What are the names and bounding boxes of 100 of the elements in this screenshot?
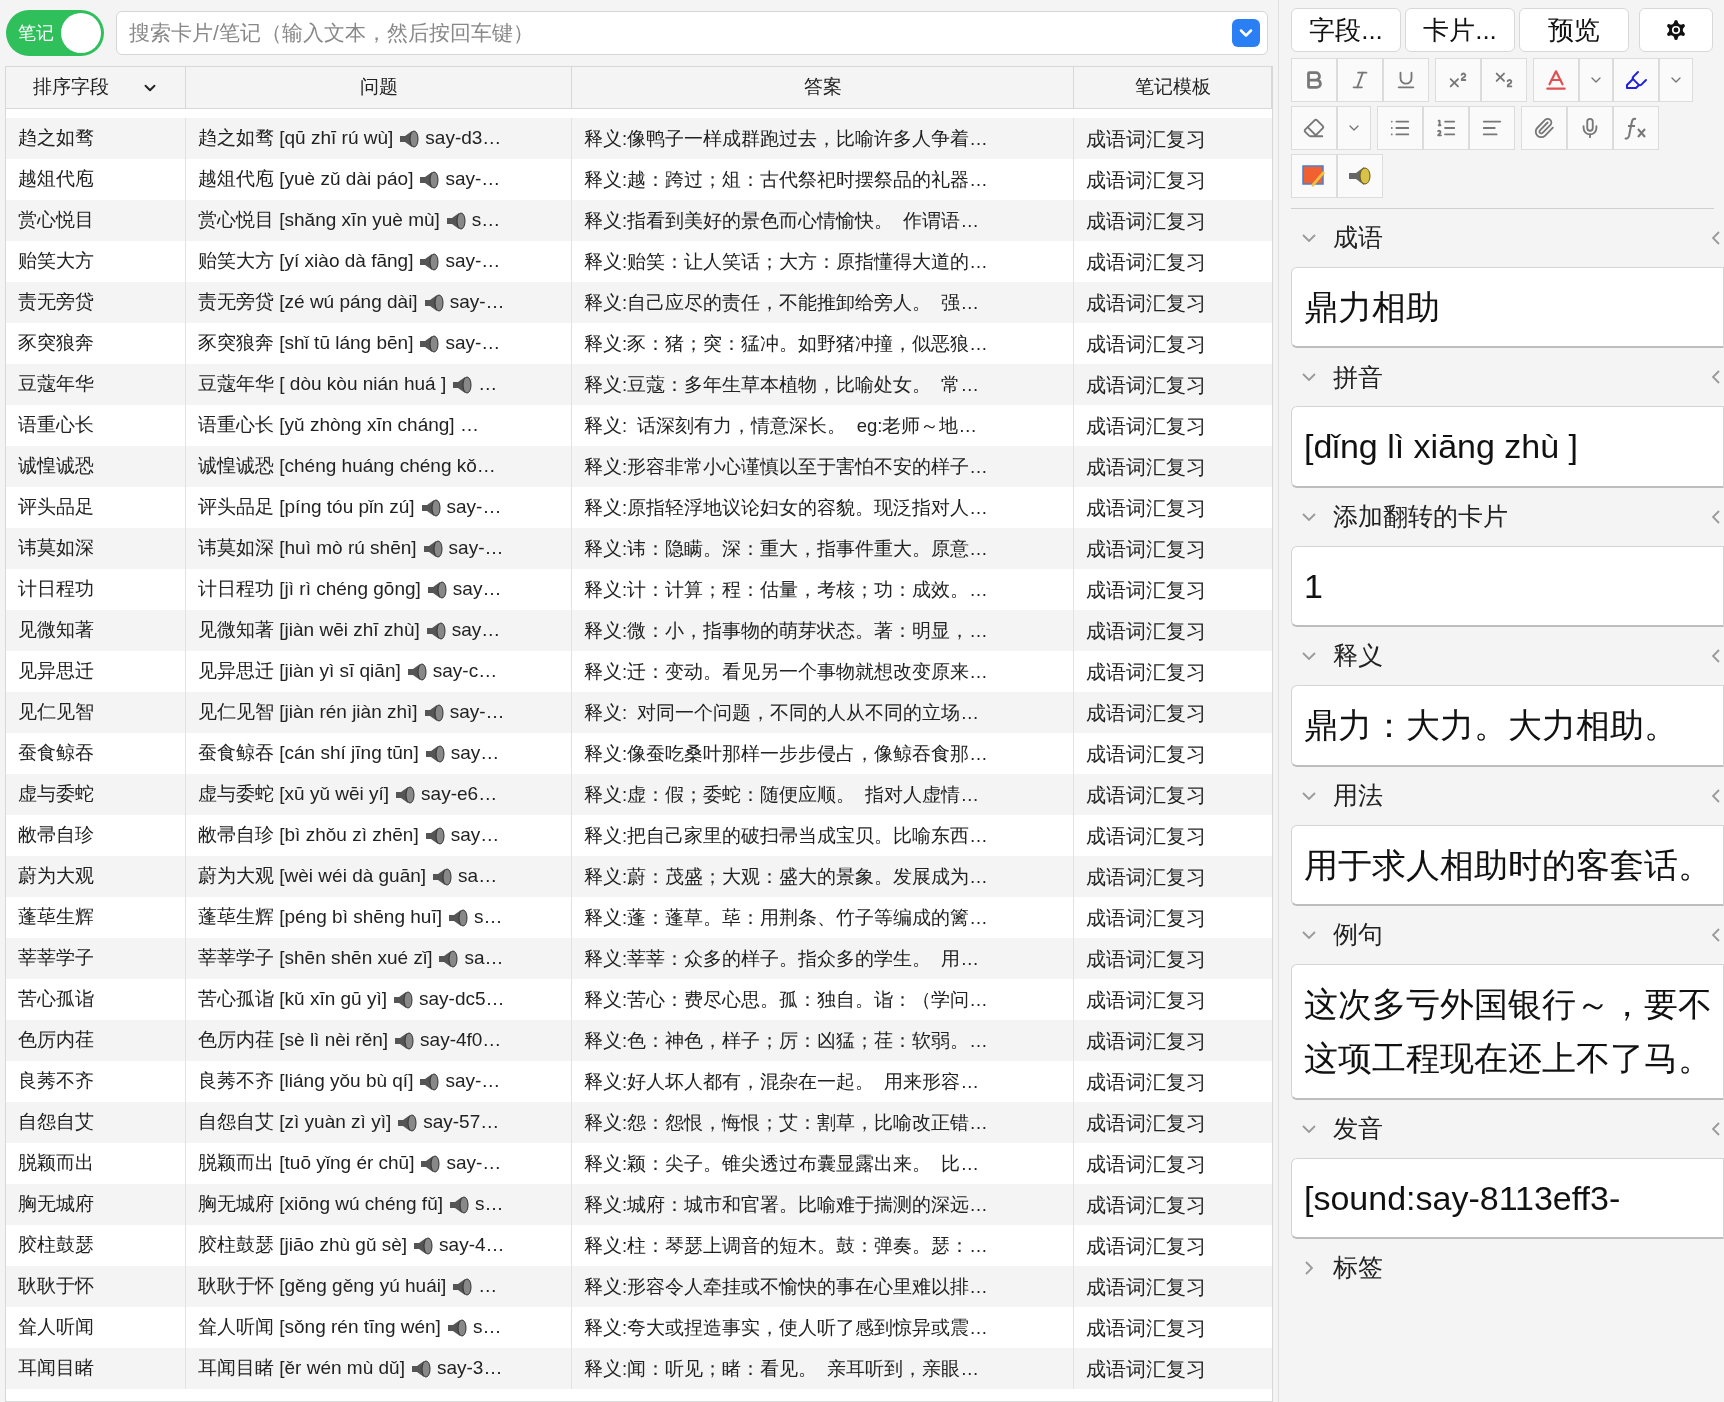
italic-button[interactable] (1337, 58, 1383, 102)
search-field[interactable]: 搜索卡片/笔记（输入文本，然后按回车键） (116, 11, 1268, 55)
question-text: 赏心悦目 [shǎng xīn yuè mù] (198, 208, 440, 233)
table-row[interactable]: 豆蔻年华 豆蔻年华 [ dòu kòu nián huá ] … 释义:豆蔻：多年生草本植物，比喻处女。 常… 成语词汇复习 (6, 364, 1272, 405)
bullet-list-button[interactable] (1377, 106, 1423, 150)
eraser-button[interactable] (1291, 106, 1337, 150)
field-editor[interactable]: 1 (1291, 545, 1724, 628)
table-row[interactable]: 诚惶诚恐 诚惶诚恐 [chéng huáng chéng kǒ… 释义:形容非常小心谨慎以至于害怕不安的样子… 成语词汇复习 (6, 446, 1272, 487)
sound-file-text: say-… (445, 1069, 501, 1094)
align-button[interactable] (1469, 106, 1515, 150)
column-header[interactable]: 笔记模板 (1074, 67, 1272, 108)
sound-file-text: s… (471, 208, 501, 233)
underline-button[interactable] (1383, 58, 1429, 102)
superscript-button[interactable] (1435, 58, 1481, 102)
editor-button[interactable]: 预览 (1519, 8, 1629, 52)
text-color-dropdown[interactable] (1579, 58, 1613, 102)
table-row[interactable]: 胸无城府 胸无城府 [xiōng wú chéng fǔ] s… 释义:城府：城市和官署。比喻难于揣测的深远… 成语词汇复习 (6, 1184, 1272, 1225)
question-text: 耿耿于怀 [gěng gěng yú huái] (198, 1274, 447, 1299)
attach-button[interactable] (1521, 106, 1567, 150)
field-label[interactable]: 例句 (1291, 905, 1724, 964)
table-row[interactable]: 讳莫如深 讳莫如深 [huì mò rú shēn] say-… 释义:讳：隐瞒。深：重大，指事件重大。原意… 成语词汇复习 (6, 528, 1272, 569)
table-row[interactable]: 见仁见智 见仁见智 [jiàn rén jiàn zhì] say-… 释义: 对同一个问题，不同的人从不同的立场… 成语词汇复习 (6, 692, 1272, 733)
sound-file-text: say-3… (436, 1356, 503, 1381)
table-cell-text: 成语词汇复习 (1085, 1192, 1207, 1218)
table-cell-text: 成语词汇复习 (1085, 290, 1207, 316)
table-cell-text: 成语词汇复习 (1085, 782, 1207, 808)
sound-file-text: say-… (445, 331, 501, 356)
field-label[interactable]: 释义 (1291, 627, 1724, 686)
question-text: 豆蔻年华 [ dòu kòu nián huá ] (198, 372, 447, 397)
table-cell-text: 成语词汇复习 (1085, 946, 1207, 972)
formula-button[interactable] (1613, 106, 1659, 150)
editor-button[interactable]: 卡片... (1405, 8, 1515, 52)
field-editor[interactable]: 鼎力：大力。大力相助。 (1291, 685, 1724, 767)
column-header[interactable]: 答案 (572, 67, 1074, 108)
field-label[interactable]: 添加翻转的卡片 (1291, 487, 1724, 546)
text-color-icon (1543, 67, 1569, 93)
sound-file-text: say… (452, 577, 502, 602)
field-editor[interactable]: [sound:say-8113eff3- (1291, 1157, 1724, 1240)
eraser-icon (1303, 117, 1325, 139)
field-label[interactable]: 拼音 (1291, 348, 1724, 407)
chevron-down-icon (1302, 1124, 1316, 1133)
table-cell-text: 成语词汇复习 (1085, 741, 1207, 767)
editor-button[interactable]: 字段... (1291, 8, 1401, 52)
table-row[interactable]: 见微知著 见微知著 [jiàn wēi zhī zhù] say… 释义:微：小，指事物的萌芽状态。著：明显，… 成语词汇复习 (6, 610, 1272, 651)
question-text: 见仁见智 [jiàn rén jiàn zhì] (198, 700, 418, 725)
table-row[interactable]: 耿耿于怀 耿耿于怀 [gěng gěng yú huái] … 释义:形容令人牵挂或不愉快的事在心里难以排… 成语词汇复习 (6, 1266, 1272, 1307)
image-edit-button[interactable] (1291, 154, 1337, 198)
chevron-left-icon (1712, 788, 1720, 803)
table-row[interactable]: 蔚为大观 蔚为大观 [wèi wéi dà guān] sa… 释义:蔚：茂盛；大观：盛大的景象。发展成为… 成语词汇复习 (6, 856, 1272, 897)
settings-button[interactable] (1639, 8, 1713, 52)
numbered-list-button[interactable] (1423, 106, 1469, 150)
table-row[interactable]: 自怨自艾 自怨自艾 [zì yuàn zì yì] say-57… 释义:怨：怨恨，悔恨；艾：割草，比喻改正错… 成语词汇复习 (6, 1102, 1272, 1143)
dropdown-button[interactable] (1232, 19, 1260, 47)
field-editor[interactable]: 这次多亏外国银行～，要不这项工程现在还上不了马。 (1291, 963, 1724, 1100)
table-cell-text: 成语词汇复习 (1085, 577, 1207, 603)
question-text: 趋之如骛 [qū zhī rú wù] (198, 126, 394, 151)
table-cell-text: 成语词汇复习 (1085, 987, 1207, 1013)
table-row[interactable]: 耳闻目睹 耳闻目睹 [ěr wén mù dǔ] say-3… 释义:闻：听见；睹：看见。 亲耳听到，亲眼… 成语词汇复习 (6, 1348, 1272, 1389)
highlighter-icon (1624, 68, 1648, 92)
question-text: 评头品足 [píng tóu pǐn zú] (198, 495, 415, 520)
chevron-left-icon (1712, 927, 1720, 942)
text-color-button[interactable] (1533, 58, 1579, 102)
table-row[interactable]: 莘莘学子 莘莘学子 [shēn shēn xué zǐ] sa… 释义:莘莘：众多的样子。指众多的学生。 用… 成语词汇复习 (6, 938, 1272, 979)
audio-button[interactable] (1337, 154, 1383, 198)
sort-field-header[interactable]: 排序字段 (6, 67, 186, 108)
field-label[interactable]: 发音 (1291, 1099, 1724, 1158)
sound-file-text: s… (473, 905, 503, 930)
table-cell-text: 成语词汇复习 (1085, 1233, 1207, 1259)
table-cell: 释义:闻：听见；睹：看见。 亲耳听到，亲眼… (572, 1348, 1074, 1389)
table-row[interactable]: 虚与委蛇 虚与委蛇 [xū yǔ wēi yí] say-e6… 释义:虚：假；委蛇：随便应顺。 指对人虚情… 成语词汇复习 (6, 774, 1272, 815)
table-row[interactable]: 色厉内荏 色厉内荏 [sè lì nèi rěn] say-4f0… 释义:色：神色，样子；厉：凶猛；荏：软弱。… 成语词汇复习 (6, 1020, 1272, 1061)
question-text: 蚕食鲸吞 [cán shí jīng tūn] (198, 741, 419, 766)
question-text: 色厉内荏 [sè lì nèi rěn] (198, 1028, 389, 1053)
field-editor[interactable]: [dǐng lì xiāng zhù ] (1291, 406, 1724, 488)
subscript-button[interactable] (1481, 58, 1527, 102)
table-row[interactable]: 赏心悦目 赏心悦目 [shǎng xīn yuè mù] s… 释义:指看到美好的景色而心情愉快。 作谓语… 成语词汇复习 (6, 200, 1272, 241)
question-text: 胸无城府 [xiōng wú chéng fǔ] (198, 1192, 443, 1217)
highlight-button[interactable] (1613, 58, 1659, 102)
column-header[interactable]: 问题 (186, 67, 572, 108)
table-cell-text: 成语词汇复习 (1085, 1151, 1207, 1177)
field-label[interactable]: 成语 (1291, 209, 1724, 267)
table-cell-text: 成语词汇复习 (1085, 331, 1207, 357)
chevron-down-icon (1302, 234, 1316, 242)
field-label[interactable]: 标签 (1291, 1239, 1724, 1298)
bold-button[interactable] (1291, 58, 1337, 102)
table-cell-text: 成语词汇复习 (1085, 249, 1207, 275)
field-editor[interactable]: 用于求人相助时的客套话。 (1291, 824, 1724, 906)
question-text: 语重心长 [yǔ zhòng xīn cháng] … (198, 413, 479, 438)
chevron-down-icon (1302, 512, 1316, 521)
record-button[interactable] (1567, 106, 1613, 150)
chevron-left-icon (1712, 649, 1720, 664)
question-text: 蓬荜生辉 [péng bì shēng huī] (198, 905, 442, 930)
sound-file-text: s… (475, 1192, 504, 1217)
table-row[interactable]: 责无旁贷 责无旁贷 [zé wú páng dài] say-… 释义:自己应尽的责任，不能推卸给旁人。 强… 成语词汇复习 (6, 282, 1272, 323)
table-row[interactable]: 趋之如骛 趋之如骛 [qū zhī rú wù] say-d3… 释义:像鸭子一样成群跑过去，比喻许多人争着… 成语词汇复习 (6, 118, 1272, 159)
field-editor[interactable]: 鼎力相助 (1291, 267, 1724, 349)
field-label[interactable]: 用法 (1291, 766, 1724, 825)
chevron-right-icon (1305, 1261, 1313, 1276)
question-text: 贻笑大方 [yí xiào dà fāng] (198, 249, 414, 274)
question-text: 越俎代庖 [yuè zǔ dài páo] (198, 167, 414, 192)
